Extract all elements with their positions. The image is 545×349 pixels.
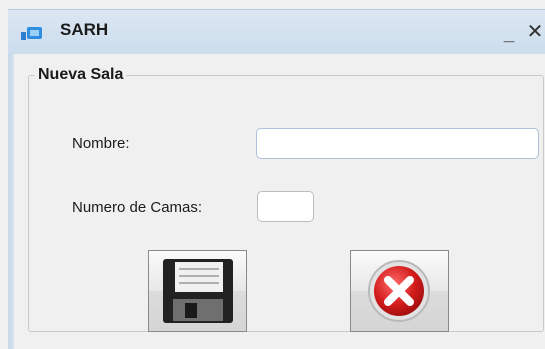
window-app-icon	[20, 24, 44, 42]
floppy-disk-save-icon	[163, 259, 233, 323]
minimize-icon[interactable]: _	[498, 18, 520, 46]
numero-camas-input[interactable]	[257, 191, 314, 222]
nombre-label: Nombre:	[72, 135, 130, 152]
title-bar[interactable]: SARH _ ✕	[8, 9, 545, 55]
group-title: Nueva Sala	[38, 66, 124, 83]
cancel-button[interactable]	[350, 250, 449, 332]
form-content: Nueva Sala Nombre: Numero de Camas:	[14, 54, 545, 349]
save-button[interactable]	[148, 250, 247, 332]
nueva-sala-group: Nueva Sala Nombre: Numero de Camas:	[28, 66, 544, 332]
nombre-input[interactable]	[256, 128, 539, 159]
close-icon[interactable]: ✕	[524, 18, 545, 46]
numero-camas-label: Numero de Camas:	[72, 199, 203, 216]
red-x-cancel-icon	[368, 260, 430, 322]
nueva-sala-window: SARH _ ✕ Nueva Sala Nombre: Numero de Ca…	[0, 0, 545, 349]
window-title: SARH	[60, 20, 109, 39]
